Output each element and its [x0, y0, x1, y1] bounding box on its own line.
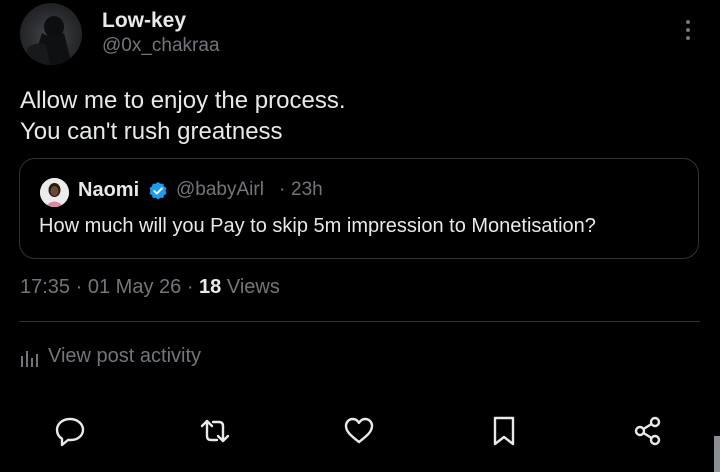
more-options-icon[interactable] [676, 16, 700, 44]
post-text-line: You can't rush greatness [20, 118, 283, 145]
separator-dot: · [186, 276, 194, 298]
verified-badge-icon [148, 181, 168, 201]
separator-dot: · [279, 179, 286, 200]
post-text: Allow me to enjoy the process. You can't… [20, 85, 346, 147]
scrollbar[interactable] [714, 436, 720, 472]
author-handle[interactable]: @0x_chakraa [102, 35, 220, 57]
post-date[interactable]: 01 May 26 [88, 276, 181, 298]
post-text-line: Allow me to enjoy the process. [20, 87, 346, 114]
quoted-post-card[interactable]: Naomi @babyAirl · 23h How much will you … [19, 158, 699, 259]
post-metadata: 17:35 · 01 May 26 · 18 Views [20, 276, 280, 299]
quoted-avatar[interactable] [40, 178, 69, 207]
quoted-time[interactable]: 23h [291, 179, 323, 201]
divider [19, 321, 700, 322]
author-display-name[interactable]: Low-key [102, 9, 186, 33]
author-avatar[interactable] [20, 3, 82, 65]
quoted-display-name[interactable]: Naomi [78, 179, 139, 202]
views-label: Views [226, 276, 280, 298]
quoted-handle[interactable]: @babyAirl [176, 179, 264, 201]
reply-icon[interactable] [53, 414, 87, 448]
views-count: 18 [199, 276, 222, 298]
share-icon[interactable] [631, 414, 665, 448]
repost-icon[interactable] [198, 414, 232, 448]
quoted-text: How much will you Pay to skip 5m impress… [39, 215, 596, 237]
post-time[interactable]: 17:35 [20, 276, 70, 298]
view-post-activity-label: View post activity [48, 345, 202, 367]
bookmark-icon[interactable] [487, 414, 521, 448]
separator-dot: · [75, 276, 83, 298]
like-icon[interactable] [342, 414, 376, 448]
analytics-icon [21, 351, 38, 367]
